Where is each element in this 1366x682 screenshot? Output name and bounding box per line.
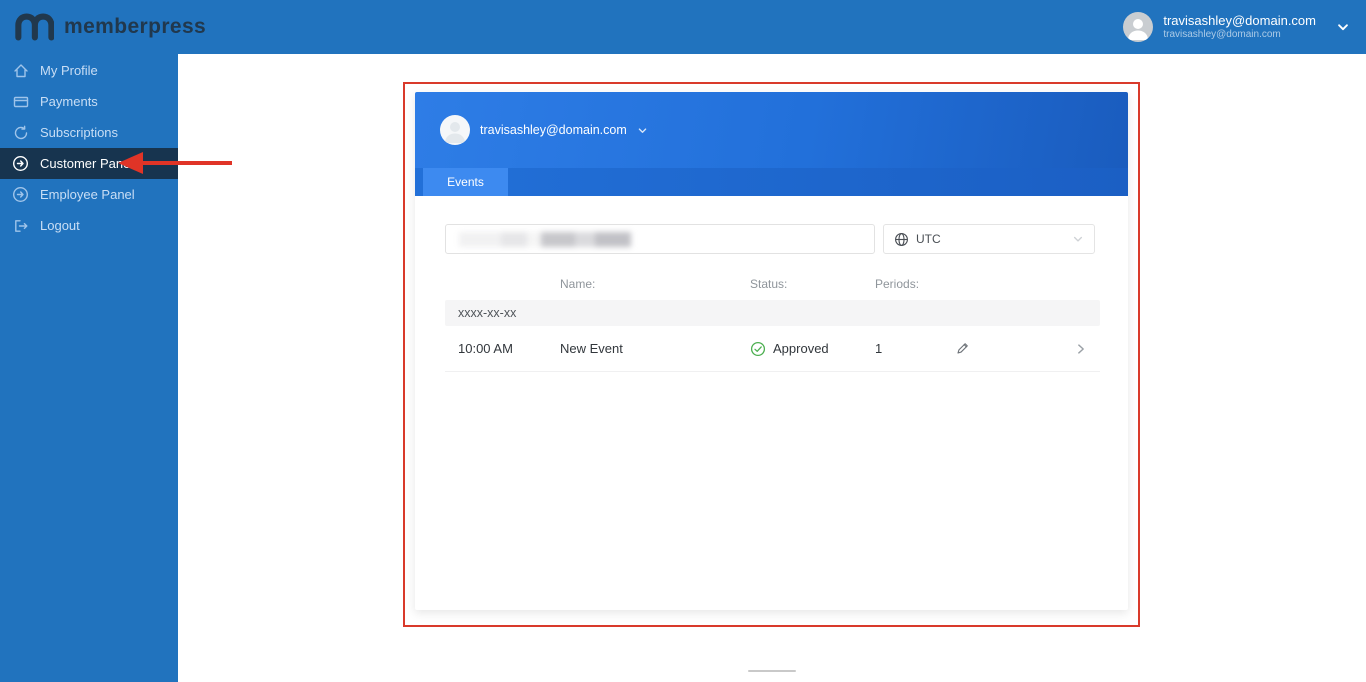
sidebar: My Profile Payments Subscriptions Custom… — [0, 54, 178, 682]
page-divider — [748, 670, 796, 672]
event-periods: 1 — [875, 341, 955, 356]
chevron-down-icon[interactable] — [1336, 20, 1350, 34]
table-header-row: Name: Status: Periods: — [445, 272, 1100, 296]
panel-header: travisashley@domain.com — [415, 92, 1128, 168]
tab-events[interactable]: Events — [423, 168, 508, 196]
pencil-icon — [955, 341, 970, 356]
sidebar-item-payments[interactable]: Payments — [0, 86, 178, 117]
event-name: New Event — [560, 341, 750, 356]
controls-row: UTC — [445, 224, 1100, 254]
sidebar-item-label: My Profile — [40, 63, 98, 78]
sidebar-item-subscriptions[interactable]: Subscriptions — [0, 117, 178, 148]
logout-icon — [12, 218, 29, 234]
annotation-arrow — [143, 161, 232, 165]
refresh-icon — [12, 125, 29, 141]
table-row[interactable]: 10:00 AM New Event Approved 1 — [445, 326, 1100, 372]
user-menu[interactable]: travisashley@domain.com travisashley@dom… — [1123, 12, 1350, 42]
user-email-block: travisashley@domain.com travisashley@dom… — [1163, 13, 1316, 42]
globe-icon — [894, 232, 909, 247]
panel-user-menu[interactable]: travisashley@domain.com — [440, 115, 648, 145]
sidebar-item-employee-panel[interactable]: Employee Panel — [0, 179, 178, 210]
timezone-value: UTC — [916, 232, 941, 246]
panel-body: UTC Name: Status: Periods: xxxx-xx-xx 10… — [415, 196, 1128, 372]
event-status: Approved — [750, 341, 875, 357]
user-email: travisashley@domain.com — [1163, 13, 1316, 29]
group-date: xxxx-xx-xx — [458, 306, 516, 320]
sidebar-item-my-profile[interactable]: My Profile — [0, 55, 178, 86]
column-header-name: Name: — [560, 277, 750, 291]
redacted-text — [459, 232, 631, 247]
chevron-down-icon — [637, 125, 648, 136]
approved-check-icon — [750, 341, 766, 357]
credit-card-icon — [12, 94, 29, 110]
timezone-select[interactable]: UTC — [883, 224, 1095, 254]
arrow-circle-right-icon — [12, 155, 29, 172]
memberpress-logo-icon — [14, 11, 54, 43]
column-header-periods: Periods: — [875, 277, 955, 291]
sidebar-item-label: Subscriptions — [40, 125, 118, 140]
user-secondary-email: travisashley@domain.com — [1163, 29, 1316, 42]
column-header-status: Status: — [750, 277, 875, 291]
brand-name: memberpress — [64, 15, 206, 39]
search-input[interactable] — [445, 224, 875, 254]
home-icon — [12, 63, 29, 79]
edit-button[interactable] — [955, 341, 1015, 356]
brand: memberpress — [0, 11, 206, 43]
avatar — [1123, 12, 1153, 42]
event-status-label: Approved — [773, 341, 829, 356]
sidebar-item-label: Logout — [40, 218, 80, 233]
sidebar-item-logout[interactable]: Logout — [0, 210, 178, 241]
chevron-right-icon — [1074, 342, 1088, 356]
chevron-down-icon — [1072, 233, 1084, 245]
arrow-circle-right-icon — [12, 186, 29, 203]
tab-label: Events — [447, 175, 484, 189]
row-expand-button[interactable] — [1015, 342, 1100, 356]
sidebar-item-label: Employee Panel — [40, 187, 135, 202]
panel-user-email: travisashley@domain.com — [480, 123, 627, 137]
event-time: 10:00 AM — [445, 341, 560, 356]
panel-tabbar: Events — [415, 168, 1128, 196]
sidebar-item-label: Payments — [40, 94, 98, 109]
top-bar: memberpress travisashley@domain.com trav… — [0, 0, 1366, 54]
customer-panel-card: travisashley@domain.com Events — [415, 92, 1128, 610]
panel-avatar — [440, 115, 470, 145]
date-group-row: xxxx-xx-xx — [445, 300, 1100, 326]
